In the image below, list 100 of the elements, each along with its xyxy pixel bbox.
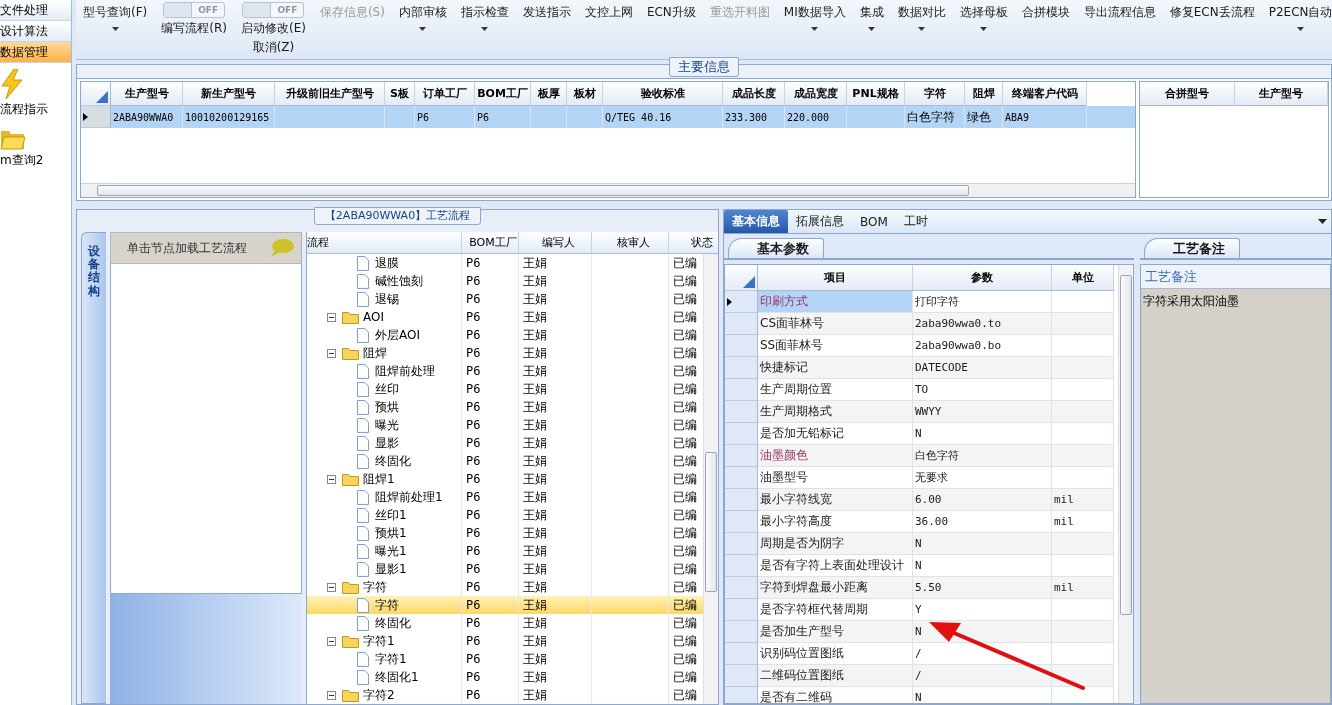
collapse-icon[interactable] <box>327 636 336 646</box>
column-header[interactable]: 参数 <box>913 265 1052 291</box>
parameter-value[interactable]: N <box>913 555 1052 577</box>
shortcut-label[interactable]: 流程指示 <box>0 101 48 118</box>
collapse-icon[interactable] <box>327 348 336 358</box>
parameter-value[interactable]: / <box>913 643 1052 665</box>
tree-node-label[interactable]: 丝印 <box>375 380 399 398</box>
toolbar-button[interactable]: 内部审核 <box>391 0 454 59</box>
column-header[interactable]: 订单工厂 <box>415 82 475 106</box>
column-header[interactable]: 生产型号 <box>1235 82 1328 106</box>
tree-node-label[interactable]: 退膜 <box>375 254 399 272</box>
tree-node-label[interactable]: 曝光1 <box>375 542 407 560</box>
column-header[interactable]: 编写人 <box>519 232 592 254</box>
column-header[interactable]: 状态 <box>669 232 718 254</box>
tree-node-label[interactable]: 碱性蚀刻 <box>375 272 423 290</box>
toolbar-button[interactable]: ECN升级 <box>639 0 703 59</box>
tree-node-label[interactable]: 字符1 <box>363 632 395 650</box>
parameter-value[interactable]: N <box>913 423 1052 445</box>
parameter-value[interactable]: N <box>913 533 1052 555</box>
parameter-value[interactable]: 6.00 <box>913 489 1052 511</box>
collapse-icon[interactable] <box>327 582 336 592</box>
parameter-value[interactable]: 5.50 <box>913 577 1052 599</box>
sidebar-item[interactable]: 设计算法 <box>0 21 71 42</box>
dropdown-icon[interactable] <box>1318 219 1327 224</box>
tree-node-label[interactable]: 预烘1 <box>375 524 407 542</box>
folder-icon[interactable] <box>0 128 26 150</box>
column-header[interactable]: BOM工厂 <box>475 82 531 106</box>
toolbar-button[interactable]: 导出流程信息 <box>1076 0 1163 59</box>
tree-node-label[interactable]: 曝光 <box>375 416 399 434</box>
collapse-icon[interactable] <box>327 312 336 322</box>
collapse-icon[interactable] <box>327 474 336 484</box>
section-tab[interactable]: 工艺备注 <box>1144 238 1240 258</box>
parameter-value[interactable]: 打印字符 <box>913 291 1052 313</box>
lightning-icon[interactable] <box>0 69 24 99</box>
column-header[interactable]: 新生产型号 <box>183 82 275 106</box>
horizontal-scrollbar[interactable] <box>81 183 1135 197</box>
section-tab[interactable]: 基本参数 <box>728 238 824 258</box>
toolbar-button[interactable]: 选择母板 <box>952 0 1015 59</box>
column-header[interactable]: 核审人 <box>592 232 669 254</box>
tab[interactable]: 工时 <box>895 210 936 233</box>
toolbar-button[interactable]: P2ECN自动 <box>1261 0 1332 59</box>
cancel-button[interactable]: 取消(Z) <box>252 39 295 56</box>
scrollbar-thumb[interactable] <box>705 452 717 592</box>
tree-node-label[interactable]: 外层AOI <box>375 326 420 344</box>
parameter-value[interactable]: 2aba90wwa0.bo <box>913 335 1052 357</box>
sidebar-item[interactable]: 文件处理 <box>0 0 71 21</box>
tree-node-label[interactable]: 阻焊1 <box>363 470 395 488</box>
tree-node-label[interactable]: 字符 <box>375 596 399 614</box>
parameter-value[interactable]: WWYY <box>913 401 1052 423</box>
tree-node-label[interactable]: 阻焊前处理 <box>375 362 435 380</box>
column-header[interactable]: 项目 <box>758 265 913 291</box>
parameter-value[interactable]: N <box>913 687 1052 703</box>
tree-node-label[interactable]: 字符 <box>363 578 387 596</box>
parameter-value[interactable]: DATECODE <box>913 357 1052 379</box>
scrollbar-thumb[interactable] <box>1120 275 1132 615</box>
tree-node-label[interactable]: 终固化 <box>375 452 411 470</box>
toolbar-button[interactable]: MI数据导入 <box>776 0 853 59</box>
column-header[interactable]: 合拼型号 <box>1140 82 1235 106</box>
vertical-tab[interactable]: 设备结构 <box>81 232 106 704</box>
column-header[interactable]: BOM工厂 <box>462 232 519 254</box>
column-header[interactable]: 阻焊 <box>965 82 1003 106</box>
vertical-scrollbar[interactable] <box>703 254 718 704</box>
toolbar-button[interactable]: 型号查询(F) <box>76 0 155 59</box>
column-header[interactable]: 流程 <box>307 232 462 254</box>
scrollbar-thumb[interactable] <box>97 185 969 196</box>
tree-node-label[interactable]: 丝印1 <box>375 506 407 524</box>
vertical-scrollbar[interactable] <box>1118 265 1133 703</box>
toolbar-button[interactable]: 发送指示 <box>515 0 578 59</box>
toolbar-button[interactable]: 文控上网 <box>577 0 640 59</box>
collapse-icon[interactable] <box>327 690 336 700</box>
parameter-value[interactable]: 无要求 <box>913 467 1052 489</box>
toolbar-button[interactable]: 合拼模块 <box>1014 0 1077 59</box>
toolbar-button[interactable]: 数据对比 <box>890 0 953 59</box>
tab[interactable]: 拓展信息 <box>788 210 852 233</box>
toolbar-button[interactable]: 集成 <box>852 0 891 59</box>
parameter-value[interactable]: 2aba90wwa0.to <box>913 313 1052 335</box>
parameter-value[interactable]: 白色字符 <box>913 445 1052 467</box>
parameter-value[interactable]: TO <box>913 379 1052 401</box>
tree-node-label[interactable]: 终固化 <box>375 614 411 632</box>
column-header[interactable]: 板材 <box>567 82 603 106</box>
tree-node-label[interactable]: 阻焊前处理1 <box>375 488 443 506</box>
tree-node-label[interactable]: 预烘 <box>375 398 399 416</box>
shortcut-label[interactable]: m查询2 <box>0 152 44 169</box>
tab[interactable]: BOM <box>852 210 896 233</box>
column-header[interactable]: 单位 <box>1052 265 1114 291</box>
tree-node-label[interactable]: 终固化1 <box>375 668 419 686</box>
column-header[interactable]: 升级前旧生产型号 <box>275 82 385 106</box>
parameter-value[interactable]: 36.00 <box>913 511 1052 533</box>
toolbar-button[interactable]: 修复ECN丢流程 <box>1162 0 1262 59</box>
tree-node-label[interactable]: AOI <box>363 310 384 324</box>
parameter-value[interactable]: / <box>913 665 1052 687</box>
tree-node-label[interactable]: 退锡 <box>375 290 399 308</box>
sidebar-item[interactable]: 数据管理 <box>0 42 71 63</box>
tree-node-label[interactable]: 阻焊 <box>363 344 387 362</box>
column-header[interactable]: 成品长度 <box>723 82 785 106</box>
parameter-value[interactable]: Y <box>913 599 1052 621</box>
column-header[interactable]: 终端客户代码 <box>1003 82 1087 106</box>
toolbar-button[interactable]: 指示检查 <box>453 0 516 59</box>
tree-node-label[interactable]: 显影 <box>375 434 399 452</box>
column-header[interactable]: S板 <box>385 82 415 106</box>
